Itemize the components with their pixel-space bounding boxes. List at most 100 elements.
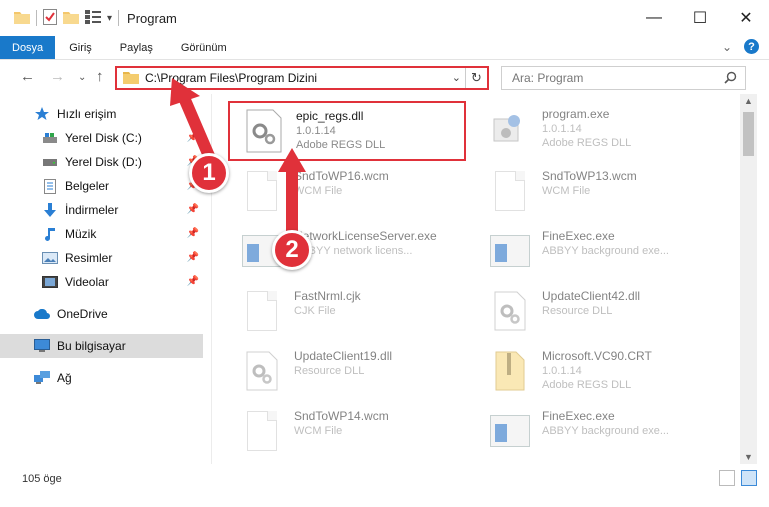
view-options-icon[interactable]	[85, 9, 101, 27]
sidebar-item-network[interactable]: Ağ	[0, 366, 203, 390]
file-item-fineexec-2[interactable]: FineExec.exe ABBYY background exe...	[476, 403, 726, 461]
file-item-fastnrml[interactable]: FastNrml.cjk CJK File	[228, 283, 478, 341]
expand-ribbon-icon[interactable]: ⌄	[722, 40, 732, 54]
file-description: Adobe REGS DLL	[542, 379, 632, 391]
computer-icon	[34, 338, 50, 354]
address-path[interactable]: C:\Program Files\Program Dizini	[145, 71, 317, 85]
pin-icon[interactable]: 📌	[187, 276, 199, 287]
toolbar-divider	[36, 10, 37, 26]
file-item-microsoft-vc90-crt[interactable]: Microsoft.VC90.CRT 1.0.1.14 Adobe REGS D…	[476, 343, 726, 401]
scroll-thumb[interactable]	[743, 112, 754, 156]
star-icon	[34, 106, 50, 122]
file-icon	[238, 407, 286, 455]
file-description: ABBYY background exe...	[542, 425, 669, 437]
address-dropdown-icon[interactable]: ⌄	[452, 71, 461, 84]
toolbar-divider	[118, 10, 120, 26]
pin-icon[interactable]: 📌	[187, 132, 199, 143]
file-name: UpdateClient19.dll	[294, 349, 393, 363]
sidebar-item-local-disk-d[interactable]: Yerel Disk (D:) 📌	[0, 150, 203, 174]
ribbon-tabs: Dosya Giriş Paylaş Görünüm ⌄ ?	[0, 36, 769, 60]
file-description: Adobe REGS DLL	[296, 139, 386, 151]
tiles-view-icon[interactable]	[741, 470, 757, 486]
sidebar-item-onedrive[interactable]: OneDrive	[0, 302, 203, 326]
file-item-sndtowp14[interactable]: SndToWP14.wcm WCM File	[228, 403, 478, 461]
sidebar-item-label: Yerel Disk (D:)	[65, 155, 142, 169]
vertical-scrollbar[interactable]: ▲ ▼	[740, 94, 757, 464]
refresh-button[interactable]: ↻	[465, 68, 487, 88]
documents-icon	[42, 178, 58, 194]
scroll-up-icon[interactable]: ▲	[744, 96, 753, 106]
tab-share[interactable]: Paylaş	[106, 36, 167, 59]
sidebar-item-this-pc[interactable]: Bu bilgisayar	[0, 334, 203, 358]
status-bar: 105 öge	[0, 464, 769, 507]
details-view-icon[interactable]	[719, 470, 735, 486]
file-name: SndToWP16.wcm	[294, 169, 389, 183]
file-item-epic-regs[interactable]: epic_regs.dll 1.0.1.14 Adobe REGS DLL	[228, 101, 466, 161]
file-item-sndtowp16[interactable]: SndToWP16.wcm WCM File	[228, 163, 478, 221]
file-name: program.exe	[542, 107, 610, 121]
dll-gear-icon	[486, 287, 534, 335]
new-folder-icon[interactable]	[63, 10, 79, 27]
pin-icon[interactable]: 📌	[187, 204, 199, 215]
sidebar-item-music[interactable]: Müzik 📌	[0, 222, 203, 246]
file-item-networklicenseserver[interactable]: NetworkLicenseServer.exe ABBYY network l…	[228, 223, 478, 281]
recent-locations-button[interactable]: ⌄	[78, 72, 86, 83]
help-icon[interactable]: ?	[744, 39, 759, 54]
pin-icon[interactable]: 📌	[187, 252, 199, 263]
customize-toolbar-icon[interactable]: ▾	[107, 13, 112, 24]
file-version: 1.0.1.14	[542, 123, 582, 135]
back-button[interactable]: ←	[20, 68, 35, 85]
address-bar[interactable]: C:\Program Files\Program Dizini ⌄ ↻	[115, 66, 489, 90]
navigation-bar: ← → ⌄ ↑ C:\Program Files\Program Dizini …	[0, 60, 769, 94]
file-name: SndToWP13.wcm	[542, 169, 637, 183]
up-button[interactable]: ↑	[96, 68, 104, 85]
search-box[interactable]: Ara: Program	[501, 66, 746, 90]
file-icon	[238, 167, 286, 215]
file-version: 1.0.1.14	[296, 125, 336, 137]
properties-icon[interactable]	[43, 8, 57, 28]
close-button[interactable]: ✕	[723, 0, 769, 36]
file-item-fineexec[interactable]: FineExec.exe ABBYY background exe...	[476, 223, 726, 281]
sidebar-item-documents[interactable]: Belgeler 📌	[0, 174, 203, 198]
forward-button[interactable]: →	[50, 68, 65, 85]
sidebar-item-videos[interactable]: Videolar 📌	[0, 270, 203, 294]
file-name: epic_regs.dll	[296, 109, 364, 123]
drive-icon	[42, 154, 58, 170]
tab-home[interactable]: Giriş	[55, 36, 106, 59]
sidebar-item-pictures[interactable]: Resimler 📌	[0, 246, 203, 270]
file-version: 1.0.1.14	[542, 365, 582, 377]
sidebar-item-label: Ağ	[57, 371, 72, 385]
file-description: ABBYY background exe...	[542, 245, 669, 257]
file-name: FineExec.exe	[542, 229, 615, 243]
file-item-program-exe[interactable]: program.exe 1.0.1.14 Adobe REGS DLL	[476, 101, 726, 159]
dll-gear-icon	[238, 347, 286, 395]
file-type: Resource DLL	[542, 305, 613, 317]
step-badge-1: 1	[189, 153, 229, 193]
maximize-button[interactable]: ☐	[677, 0, 723, 36]
sidebar-item-local-disk-c[interactable]: Yerel Disk (C:) 📌	[0, 126, 203, 150]
cloud-icon	[34, 306, 50, 322]
sidebar-item-label: Belgeler	[65, 179, 110, 193]
step-badge-2: 2	[272, 230, 312, 270]
tab-view[interactable]: Görünüm	[167, 36, 241, 59]
file-item-updateclient19[interactable]: UpdateClient19.dll Resource DLL	[228, 343, 478, 401]
folder-icon	[123, 70, 139, 87]
file-icon	[486, 167, 534, 215]
minimize-button[interactable]: —	[631, 0, 677, 36]
drive-icon	[42, 130, 58, 146]
navigation-pane: Hızlı erişim Yerel Disk (C:) 📌 Yerel Dis…	[0, 94, 212, 464]
tab-file[interactable]: Dosya	[0, 36, 56, 59]
sidebar-item-downloads[interactable]: İndirmeler 📌	[0, 198, 203, 222]
pictures-icon	[42, 250, 58, 266]
sidebar-item-label: Videolar	[65, 275, 109, 289]
pin-icon[interactable]: 📌	[187, 228, 199, 239]
file-item-sndtowp13[interactable]: SndToWP13.wcm WCM File	[476, 163, 726, 221]
scroll-down-icon[interactable]: ▼	[744, 452, 753, 462]
sidebar-item-label: Müzik	[65, 227, 97, 241]
file-name: Microsoft.VC90.CRT	[542, 349, 652, 363]
item-count: 105 öge	[22, 473, 62, 485]
folder-icon[interactable]	[14, 10, 30, 27]
window-title: Program	[127, 10, 177, 26]
file-item-updateclient42[interactable]: UpdateClient42.dll Resource DLL	[476, 283, 726, 341]
sidebar-item-quick-access[interactable]: Hızlı erişim	[0, 102, 203, 126]
